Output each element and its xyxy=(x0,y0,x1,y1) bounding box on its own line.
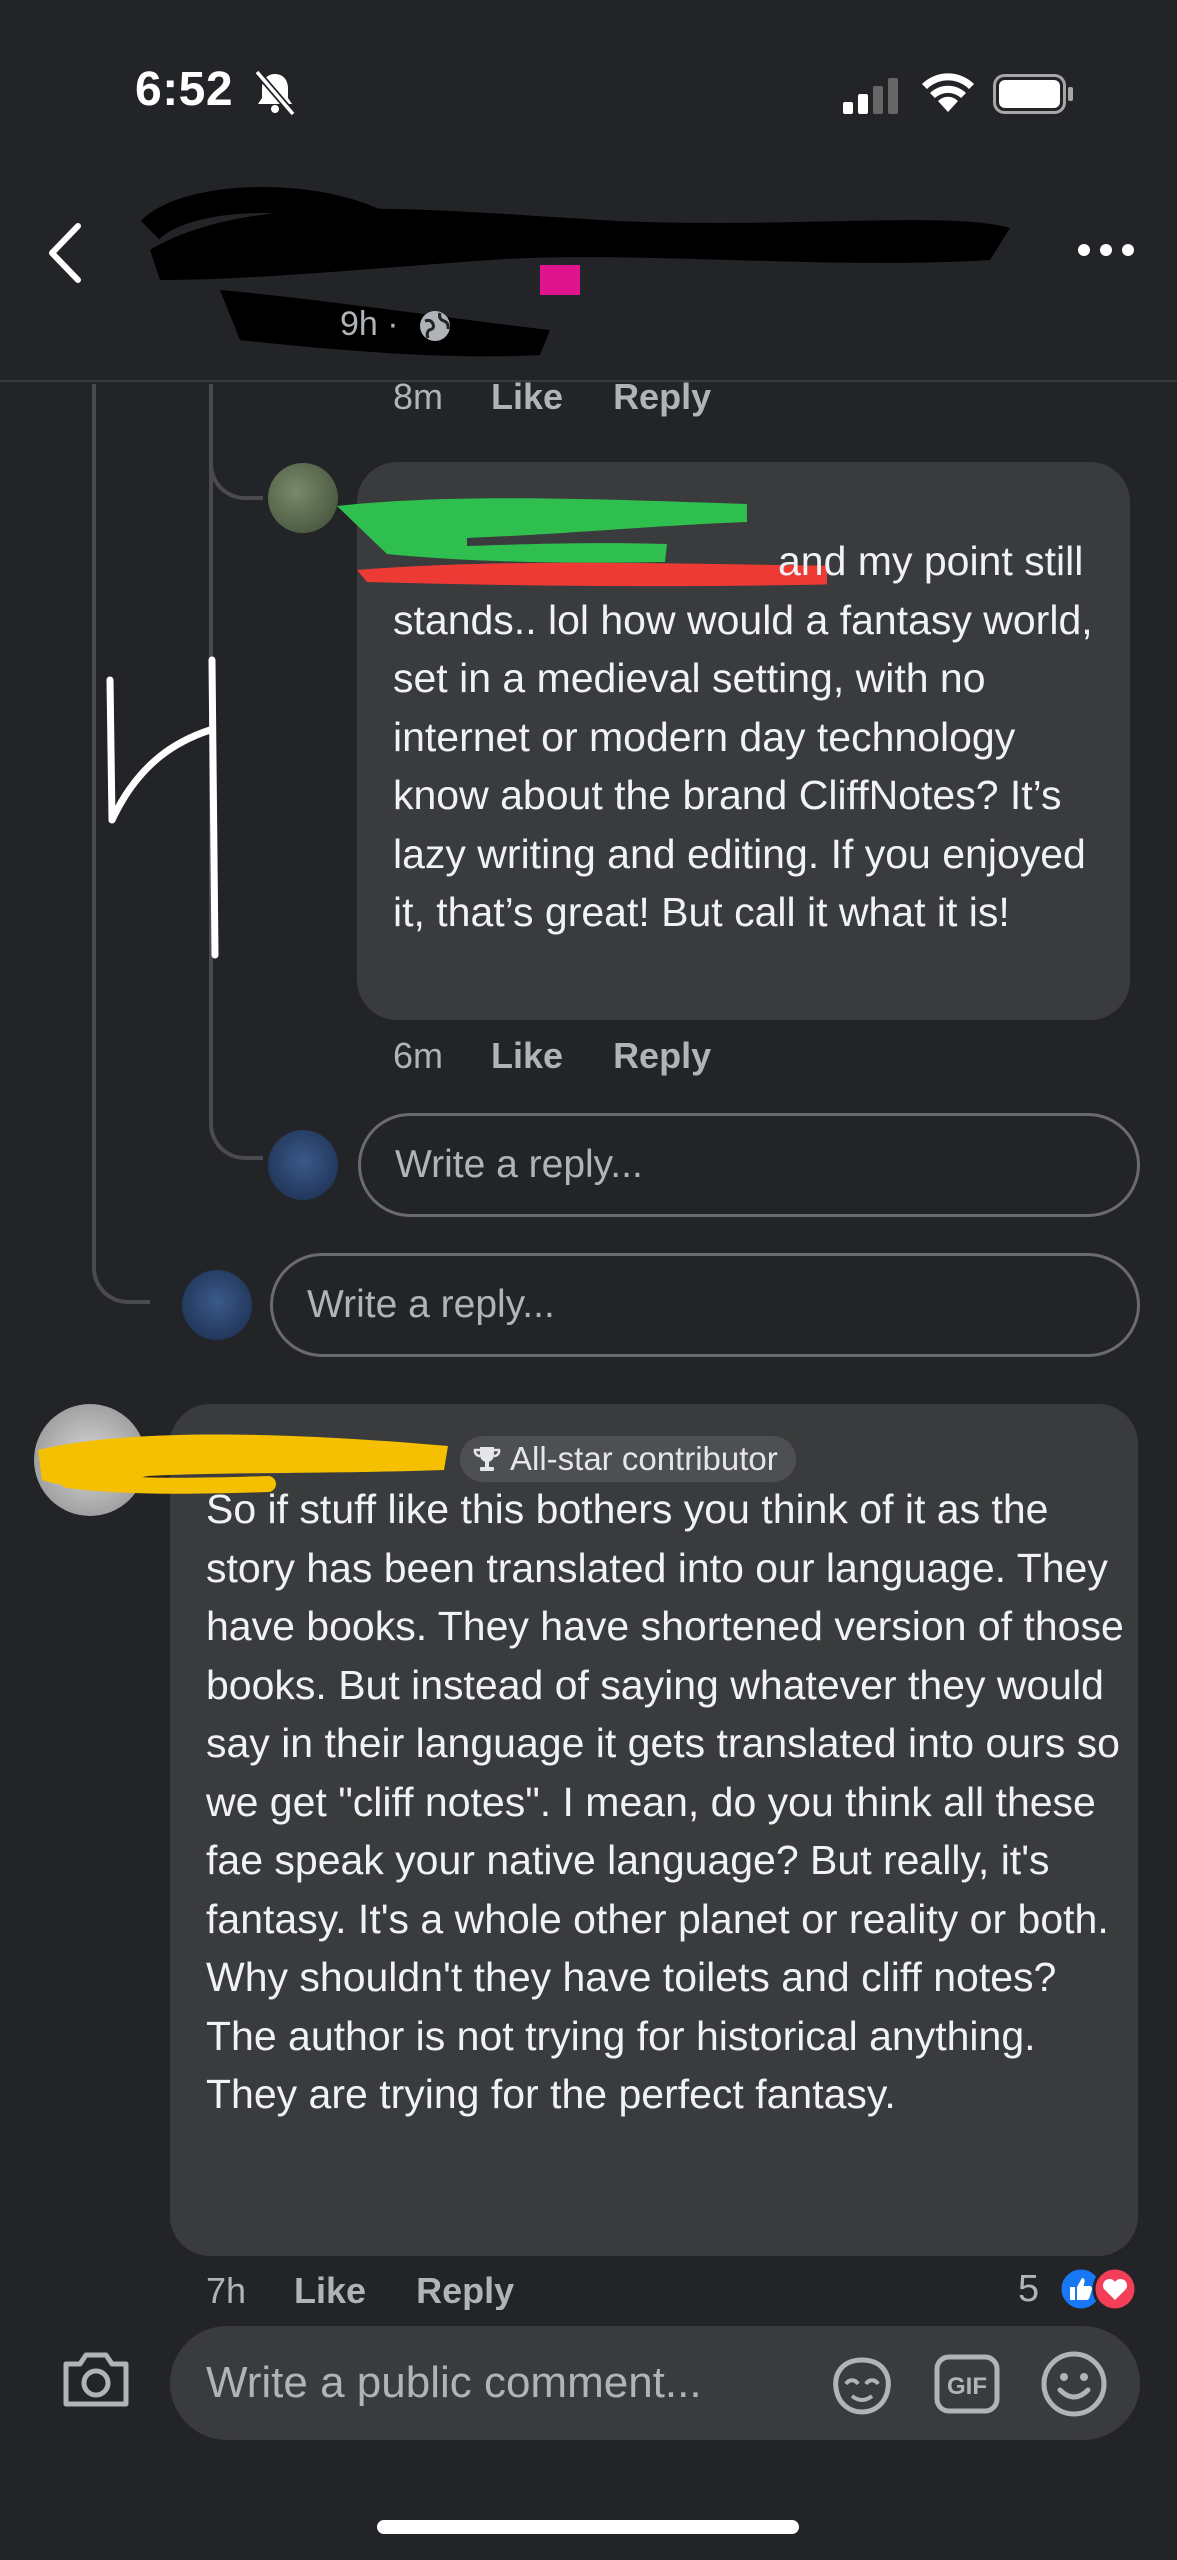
user-avatar xyxy=(268,1130,338,1200)
wifi-icon xyxy=(922,73,974,112)
comment-time: 7h xyxy=(206,2270,247,2311)
thread-curve-reply2 xyxy=(209,450,263,500)
thread-curve-outer xyxy=(92,1240,150,1304)
reply2-reply-button[interactable]: Reply xyxy=(613,1035,711,1076)
comment-like-button[interactable]: Like xyxy=(294,2270,366,2311)
status-time: 6:52 xyxy=(135,63,234,116)
nested-reply-placeholder: Write a reply... xyxy=(395,1143,643,1186)
reply2-text: and my point still stands.. lol how woul… xyxy=(393,538,1093,935)
post-header: 9h · xyxy=(0,160,1177,382)
comment-text: So if stuff like this bothers you think … xyxy=(206,1486,1124,2117)
redaction-scribble xyxy=(140,187,1010,357)
thread-reply-input[interactable]: Write a reply... xyxy=(270,1253,1140,1357)
handwritten-mark xyxy=(106,656,219,959)
reply1-like-button[interactable]: Like xyxy=(491,376,563,417)
all-star-badge: All-star contributor xyxy=(460,1436,796,1482)
reply2-time: 6m xyxy=(393,1035,444,1076)
reaction-count[interactable]: 5 xyxy=(1018,2268,1039,2311)
back-chevron-icon[interactable] xyxy=(42,218,88,288)
bell-muted-icon xyxy=(254,70,296,116)
avatar-sticker-icon[interactable] xyxy=(828,2354,896,2416)
camera-icon[interactable] xyxy=(60,2348,132,2410)
reply1-reply-button[interactable]: Reply xyxy=(613,376,711,417)
comment-meta: 7h Like Reply xyxy=(206,2270,514,2312)
home-indicator xyxy=(377,2520,799,2534)
badge-label: All-star contributor xyxy=(510,1440,778,1477)
thread-curve-reply-input xyxy=(209,1100,263,1160)
comment-bubble: All-star contributor So if stuff like th… xyxy=(170,1404,1138,2256)
redacted-commenter-name xyxy=(38,1434,448,1494)
thread-reply-placeholder: Write a reply... xyxy=(307,1283,555,1326)
thread-line-outer xyxy=(92,384,96,1244)
trophy-icon xyxy=(473,1447,501,1471)
reply2-bubble: and my point still stands.. lol how woul… xyxy=(337,462,1130,1020)
reply1-time: 8m xyxy=(393,376,444,417)
cellular-signal-icon xyxy=(843,78,898,114)
composer-placeholder: Write a public comment... xyxy=(206,2358,702,2407)
more-options-icon[interactable] xyxy=(1076,238,1136,262)
svg-text:GIF: GIF xyxy=(947,2373,987,2400)
post-time: 9h · xyxy=(340,305,399,343)
gif-icon[interactable]: GIF xyxy=(934,2354,1000,2414)
nested-reply-input[interactable]: Write a reply... xyxy=(358,1113,1140,1217)
reply2-meta: 6m Like Reply xyxy=(393,1035,711,1077)
user-avatar xyxy=(182,1270,252,1340)
comment-reply-button[interactable]: Reply xyxy=(416,2270,514,2311)
globe-public-icon xyxy=(420,311,451,342)
post-meta: 9h · xyxy=(340,305,452,344)
reply1-meta: 8m Like Reply xyxy=(393,376,711,418)
comment-header: All-star contributor xyxy=(460,1436,796,1482)
love-reaction-icon xyxy=(1092,2266,1138,2312)
reply2-like-button[interactable]: Like xyxy=(491,1035,563,1076)
emoji-icon[interactable] xyxy=(1040,2350,1108,2418)
battery-icon xyxy=(993,74,1073,114)
